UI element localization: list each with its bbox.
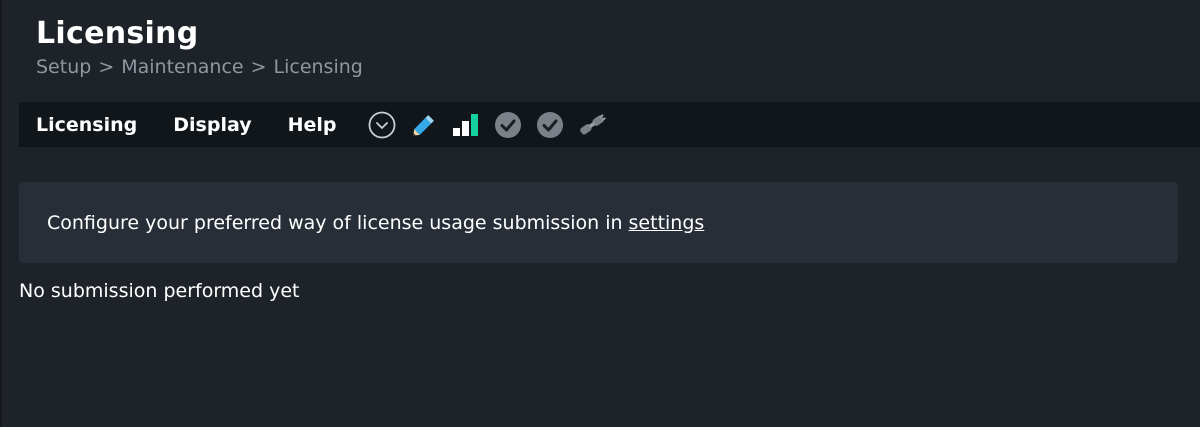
breadcrumb-maintenance[interactable]: Maintenance — [121, 56, 243, 78]
page-menu-bar: Licensing Display Help — [19, 102, 1200, 147]
menu-display[interactable]: Display — [173, 114, 251, 136]
breadcrumb-separator: > — [98, 56, 115, 78]
pencil-icon[interactable] — [409, 110, 439, 140]
breadcrumb-setup[interactable]: Setup — [36, 56, 91, 78]
breadcrumb: Setup > Maintenance > Licensing — [36, 56, 363, 78]
menu-licensing[interactable]: Licensing — [36, 114, 137, 136]
page-title: Licensing — [36, 16, 199, 51]
breadcrumb-separator: > — [250, 56, 267, 78]
page: Licensing Setup > Maintenance > Licensin… — [0, 0, 1200, 427]
left-edge-divider — [0, 0, 2, 427]
submission-status-text: No submission performed yet — [19, 280, 300, 302]
shortcut-icons — [367, 110, 619, 140]
chevron-down-circle-icon[interactable] — [367, 110, 397, 140]
check-circle-icon[interactable] — [493, 110, 523, 140]
check-circle-icon[interactable] — [535, 110, 565, 140]
info-message-box: Configure your preferred way of license … — [19, 182, 1178, 263]
settings-link[interactable]: settings — [629, 212, 705, 234]
bar-chart-icon[interactable] — [451, 110, 481, 140]
info-message-text: Configure your preferred way of license … — [47, 211, 623, 234]
breadcrumb-licensing[interactable]: Licensing — [274, 56, 363, 78]
menu-help[interactable]: Help — [288, 114, 337, 136]
plug-icon[interactable] — [577, 110, 607, 140]
